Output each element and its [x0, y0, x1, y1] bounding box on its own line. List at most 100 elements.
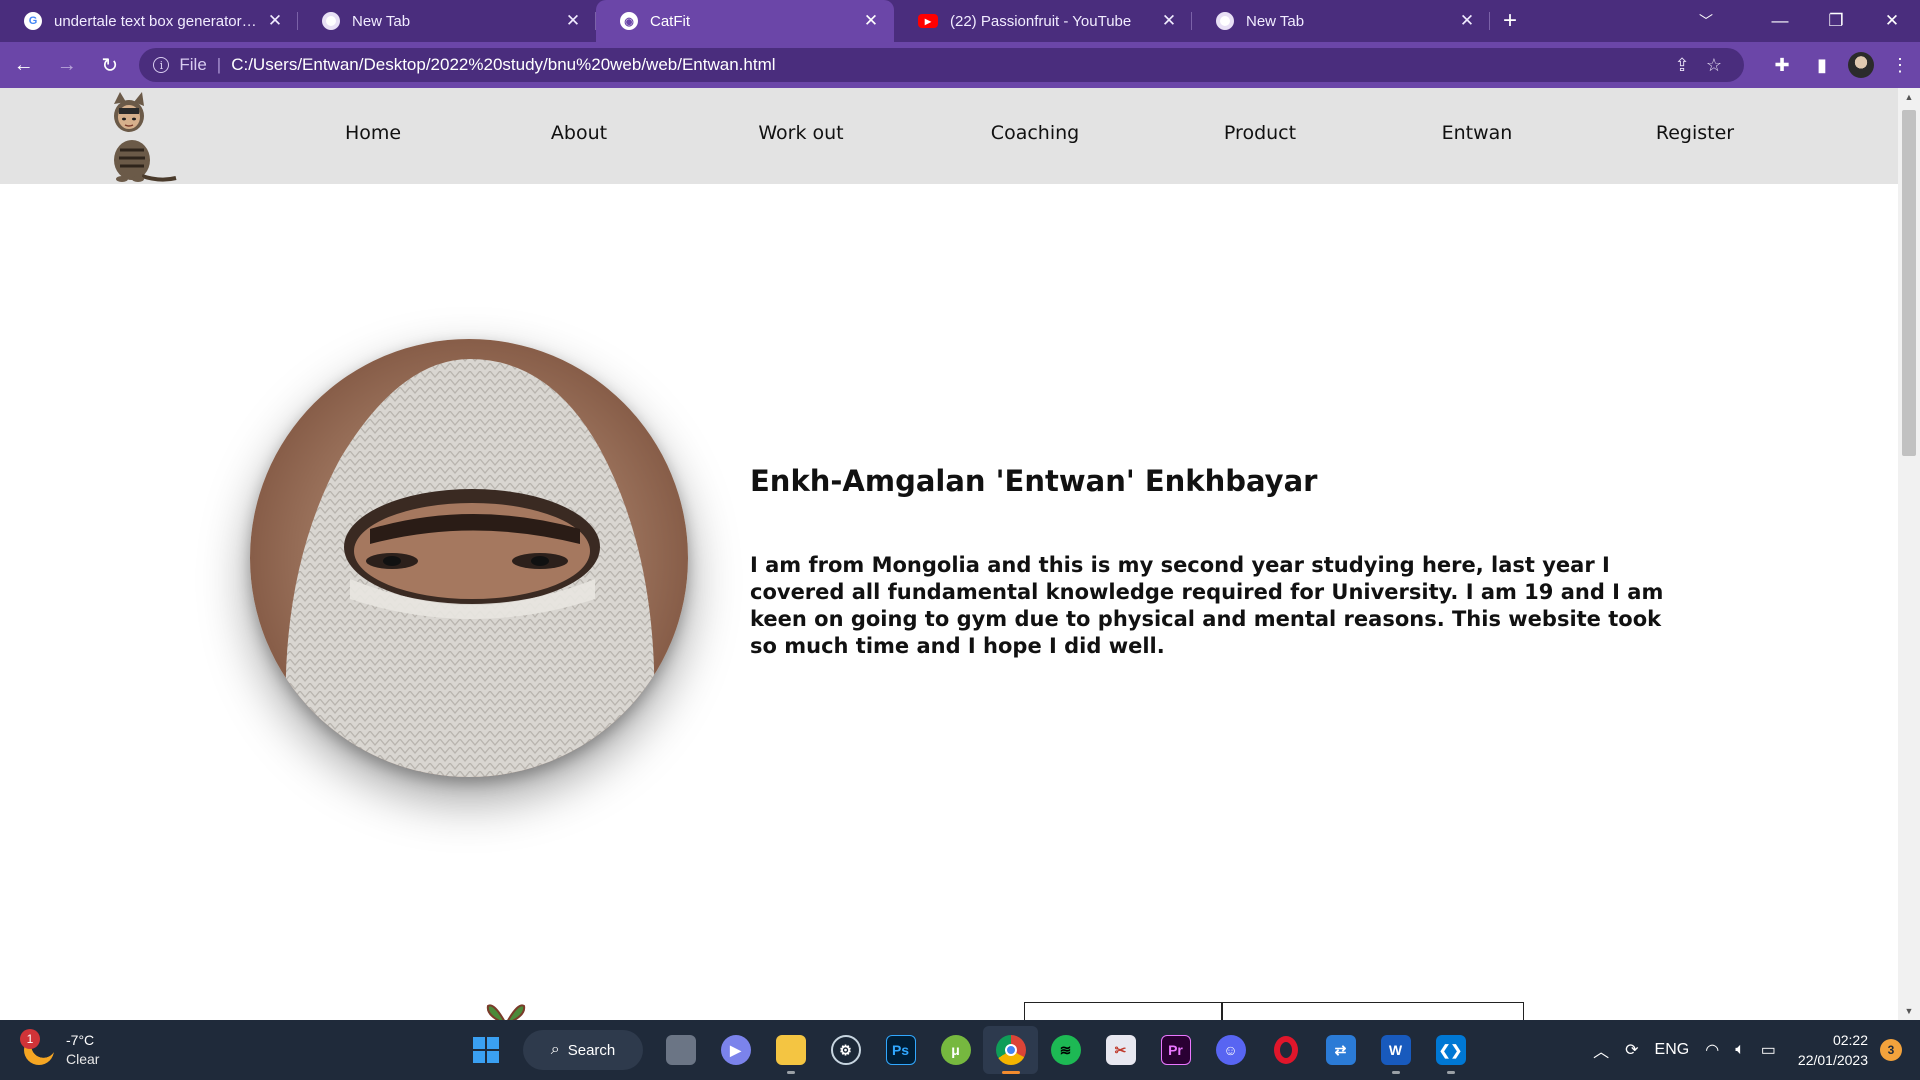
nav-entwan[interactable]: Entwan	[1442, 122, 1513, 144]
close-window-button[interactable]: ✕	[1864, 11, 1920, 31]
language-indicator[interactable]: ENG	[1655, 1041, 1690, 1059]
clock-time: 02:22	[1832, 1032, 1868, 1048]
tab-4[interactable]: New Tab ✕	[1192, 0, 1490, 42]
globe-icon: ◉	[620, 12, 638, 30]
address-divider: |	[216, 55, 222, 74]
weather-temp: -7°C	[66, 1032, 95, 1048]
address-scheme: File	[179, 55, 207, 74]
side-panel-icon[interactable]: ▮	[1802, 55, 1842, 76]
opera-icon[interactable]	[1258, 1026, 1313, 1074]
profile-photo	[250, 339, 688, 777]
discord-icon[interactable]: ☺	[1203, 1026, 1258, 1074]
nav-work-out[interactable]: Work out	[758, 122, 843, 144]
taskbar-apps: ⌕ Search ▶ ⚙ Ps μ ≋ ✂ Pr ☺ ⇄ W ❮❯	[458, 1026, 1478, 1074]
page-scrollbar[interactable]: ▲ ▼	[1898, 88, 1920, 1020]
nav-register[interactable]: Register	[1656, 122, 1734, 144]
content-table	[1024, 1002, 1524, 1020]
scroll-down-arrow[interactable]: ▼	[1898, 1002, 1920, 1020]
windows-logo-icon	[472, 1037, 499, 1063]
clock[interactable]: 02:22 22/01/2023	[1798, 1030, 1868, 1070]
premiere-icon[interactable]: Pr	[1148, 1026, 1203, 1074]
profile-avatar[interactable]	[1848, 52, 1874, 78]
scroll-up-arrow[interactable]: ▲	[1898, 88, 1920, 106]
table-divider	[1221, 1003, 1223, 1020]
search-icon: ⌕	[550, 1041, 560, 1058]
share-icon[interactable]: ⇪	[1666, 55, 1698, 76]
tab-2[interactable]: ◉ CatFit ✕	[596, 0, 894, 42]
forward-button[interactable]: →	[47, 45, 86, 85]
extensions-puzzle-icon[interactable]: ✚	[1762, 55, 1802, 76]
file-explorer-icon[interactable]	[763, 1026, 818, 1074]
restore-button[interactable]: ❐	[1808, 11, 1864, 31]
scroll-thumb[interactable]	[1902, 110, 1916, 456]
site-navbar: Home About Work out Coaching Product Ent…	[0, 88, 1898, 184]
chrome-icon	[322, 12, 340, 30]
nav-about[interactable]: About	[551, 122, 607, 144]
back-button[interactable]: ←	[4, 45, 43, 85]
steam-icon[interactable]: ⚙	[818, 1026, 873, 1074]
tab-title: New Tab	[1246, 12, 1305, 30]
weather-widget[interactable]: 1 -7°C Clear	[20, 1028, 100, 1072]
battery-icon[interactable]: ▭	[1761, 1040, 1776, 1060]
tab-title: New Tab	[352, 12, 411, 30]
close-icon[interactable]: ✕	[1458, 11, 1476, 30]
wifi-icon[interactable]: ◠	[1705, 1040, 1719, 1060]
notification-badge[interactable]: 3	[1880, 1039, 1902, 1061]
plant-icon	[486, 1004, 526, 1020]
close-icon[interactable]: ✕	[862, 11, 880, 30]
tab-strip: G undertale text box generator - Go ✕ Ne…	[0, 0, 1920, 42]
menu-kebab-icon[interactable]: ⋮	[1880, 55, 1920, 76]
tab-3[interactable]: ▶ (22) Passionfruit - YouTube ✕	[894, 0, 1192, 42]
network-app-icon[interactable]: ⇄	[1313, 1026, 1368, 1074]
start-button[interactable]	[458, 1026, 513, 1074]
weather-condition: Clear	[66, 1051, 100, 1067]
close-icon[interactable]: ✕	[1160, 11, 1178, 30]
clock-date: 22/01/2023	[1797, 1052, 1868, 1068]
close-icon[interactable]: ✕	[266, 11, 284, 30]
chrome-icon[interactable]	[983, 1026, 1038, 1074]
spotify-icon[interactable]: ≋	[1038, 1026, 1093, 1074]
taskbar-search[interactable]: ⌕ Search	[523, 1030, 643, 1070]
bookmark-star-icon[interactable]: ☆	[1698, 55, 1730, 76]
profile-name: Enkh-Amgalan 'Entwan' Enkhbayar	[750, 464, 1318, 498]
nav-home[interactable]: Home	[345, 122, 401, 144]
google-icon: G	[24, 12, 42, 30]
nav-coaching[interactable]: Coaching	[991, 122, 1079, 144]
youtube-icon: ▶	[918, 14, 938, 28]
sync-icon[interactable]: ⟳	[1625, 1040, 1638, 1060]
minimize-button[interactable]: —	[1752, 11, 1808, 31]
windows-taskbar: 1 -7°C Clear ⌕ Search ▶ ⚙ Ps μ ≋ ✂ Pr ☺ …	[0, 1020, 1920, 1080]
snipping-tool-icon[interactable]: ✂	[1093, 1026, 1148, 1074]
address-url[interactable]: C:/Users/Entwan/Desktop/2022%20study/bnu…	[231, 55, 1666, 75]
page-viewport: Home About Work out Coaching Product Ent…	[0, 88, 1898, 1020]
window-controls: ﹀ — ❐ ✕	[1686, 0, 1920, 42]
chrome-icon	[1216, 12, 1234, 30]
cat-logo[interactable]	[98, 90, 180, 184]
browser-toolbar: ← → ↻ i File | C:/Users/Entwan/Desktop/2…	[0, 42, 1920, 88]
word-icon[interactable]: W	[1368, 1026, 1423, 1074]
tab-search-icon[interactable]: ﹀	[1686, 11, 1726, 31]
nav-product[interactable]: Product	[1224, 122, 1296, 144]
search-label: Search	[567, 1041, 616, 1059]
vscode-icon[interactable]: ❮❯	[1423, 1026, 1478, 1074]
profile-bio: I am from Mongolia and this is my second…	[750, 553, 1664, 658]
photoshop-icon[interactable]: Ps	[873, 1026, 928, 1074]
moon-icon: 1	[20, 1029, 54, 1065]
tab-title: undertale text box generator - Go	[54, 12, 260, 30]
info-icon[interactable]: i	[153, 57, 170, 73]
tab-1[interactable]: New Tab ✕	[298, 0, 596, 42]
volume-icon[interactable]: 🔈︎	[1735, 1041, 1745, 1059]
new-tab-button[interactable]: +	[1490, 0, 1530, 42]
reload-button[interactable]: ↻	[90, 45, 129, 85]
task-view-icon[interactable]	[653, 1026, 708, 1074]
chevron-up-icon[interactable]: ︿	[1593, 1038, 1609, 1062]
teams-chat-icon[interactable]: ▶	[708, 1026, 763, 1074]
utorrent-icon[interactable]: μ	[928, 1026, 983, 1074]
close-icon[interactable]: ✕	[564, 11, 582, 30]
weather-badge: 1	[20, 1029, 40, 1049]
address-bar[interactable]: i File | C:/Users/Entwan/Desktop/2022%20…	[139, 48, 1744, 82]
tab-title: (22) Passionfruit - YouTube	[950, 12, 1132, 30]
tab-0[interactable]: G undertale text box generator - Go ✕	[0, 0, 298, 42]
tab-title: CatFit	[650, 12, 691, 30]
system-tray: ︿ ⟳ ENG ◠ 🔈︎ ▭ 02:22 22/01/2023 3	[1585, 1020, 1902, 1080]
